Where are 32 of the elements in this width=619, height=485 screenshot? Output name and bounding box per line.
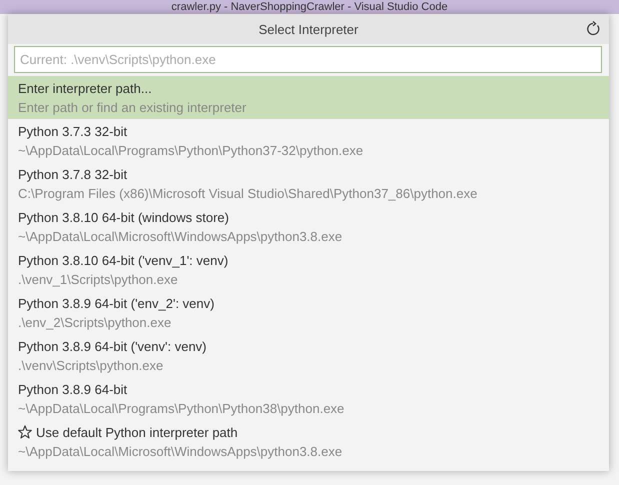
interpreter-option[interactable]: Use default Python interpreter path ~\AppData\Local\Microsoft\WindowsApps\python3.8.exe xyxy=(8,420,609,463)
option-path: .\venv\Scripts\python.exe xyxy=(18,358,164,372)
option-path: ~\AppData\Local\Microsoft\WindowsApps\python3.8.exe xyxy=(18,444,344,458)
option-label: Python 3.8.10 64-bit ('venv_1': venv) xyxy=(18,252,228,268)
refresh-icon[interactable] xyxy=(585,21,601,37)
option-label: Enter interpreter path... xyxy=(18,80,152,96)
option-label: Python 3.8.9 64-bit ('venv': venv) xyxy=(18,338,207,354)
interpreter-option[interactable]: Python 3.7.8 32-bit C:\Program Files (x86)\Microsoft Visual Studio\Shared\Python37_86\python.exe xyxy=(8,162,609,205)
option-path: .\env_2\Scripts\python.exe xyxy=(18,314,172,330)
star-icon xyxy=(18,425,32,439)
window-title: crawler.py - NaverShoppingCrawler - Visual Studio Code xyxy=(171,0,448,14)
option-label: Python 3.7.8 32-bit xyxy=(18,166,128,182)
option-path: C:\Program Files (x86)\Microsoft Visual Studio\Shared\Python37_86\python.exe xyxy=(18,186,478,200)
option-label: Python 3.8.9 64-bit ('env_2': venv) xyxy=(18,296,214,310)
picker-title: Select Interpreter xyxy=(258,22,358,36)
option-path: ~\AppData\Local\Microsoft\WindowsApps\python3.8.exe xyxy=(18,228,344,244)
option-label: Use default Python interpreter path xyxy=(36,424,238,440)
interpreter-option[interactable]: Python 3.8.10 64-bit (windows store) ~\AppData\Local\Microsoft\WindowsApps\python3.8.exe xyxy=(8,205,609,248)
option-label: Python 3.7.3 32-bit xyxy=(18,124,128,138)
interpreter-option[interactable]: Python 3.8.9 64-bit ('venv': venv) .\venv\Scripts\python.exe xyxy=(8,334,609,377)
interpreter-option[interactable]: Python 3.8.10 64-bit ('venv_1': venv) .\venv_1\Scripts\python.exe xyxy=(8,248,609,291)
interpreter-option[interactable]: Enter interpreter path... Enter path or find an existing interpreter xyxy=(8,76,609,119)
interpreter-option[interactable]: Python 3.7.3 32-bit ~\AppData\Local\Programs\Python\Python37-32\python.exe xyxy=(8,119,609,162)
interpreter-option[interactable]: Python 3.8.9 64-bit ('env_2': venv) .\env_2\Scripts\python.exe xyxy=(8,291,609,334)
option-path: ~\AppData\Local\Programs\Python\Python37-32\python.exe xyxy=(18,142,364,158)
interpreter-search-field[interactable]: Current: .\venv\Scripts\python.exe xyxy=(14,46,602,73)
option-path: Enter path or find an existing interpreter xyxy=(18,100,248,114)
option-label: Python 3.8.10 64-bit (windows store) xyxy=(18,210,229,224)
interpreter-option[interactable]: Python 3.8.9 64-bit ~\AppData\Local\Programs\Python\Python38\python.exe xyxy=(8,377,609,420)
option-path: ~\AppData\Local\Programs\Python\Python38\python.exe xyxy=(18,400,346,416)
option-label: Python 3.8.9 64-bit xyxy=(18,382,128,396)
option-path: .\venv_1\Scripts\python.exe xyxy=(18,272,179,286)
